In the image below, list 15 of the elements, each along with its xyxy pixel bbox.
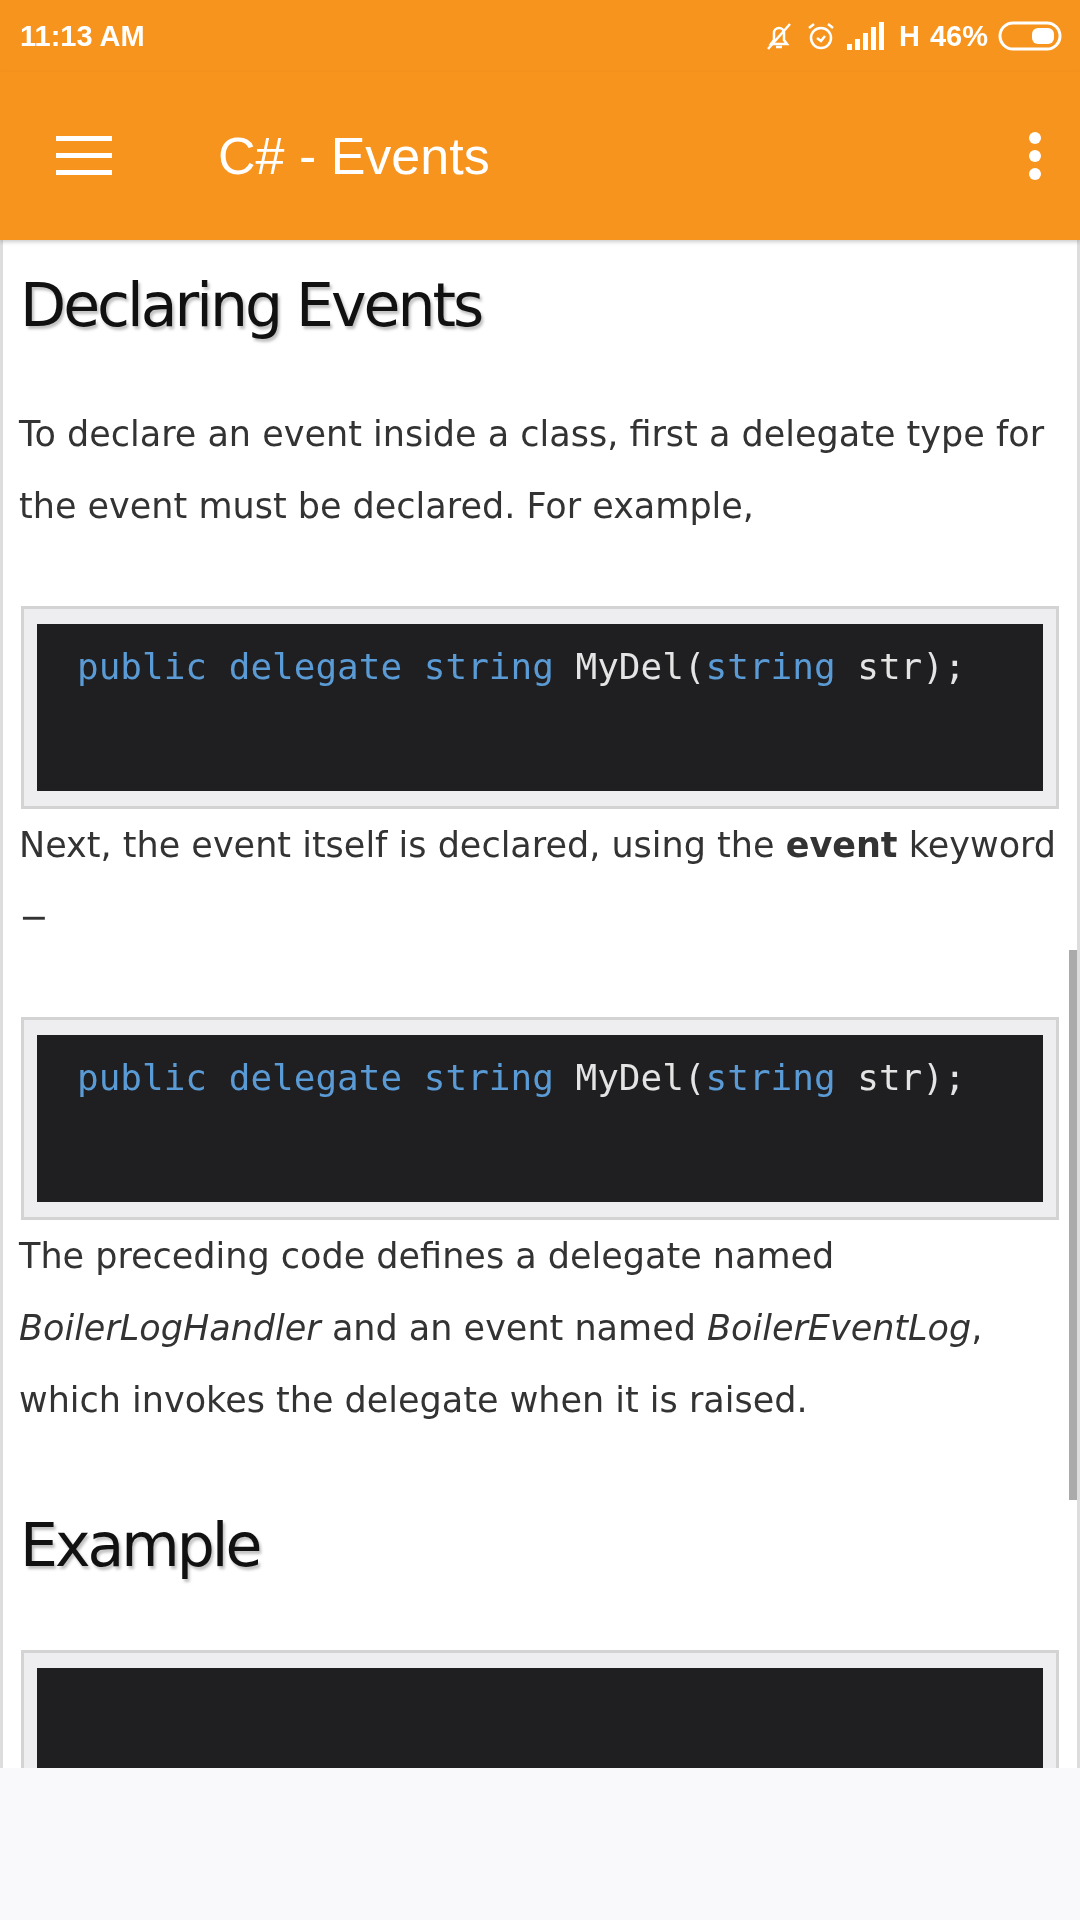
section-heading: Example <box>20 1509 261 1582</box>
code-block: public delegate string MyDel(string str); <box>37 624 1043 791</box>
paragraph: The preceding code defines a delegate named BoilerLogHandler and an event named BoilerEventLog, which invokes the delegate when it is raised. <box>19 1235 984 1422</box>
section-heading: Declaring Events <box>20 269 483 342</box>
paragraph: To declare an event inside a class, first a delegate type for the event must be declared. For example, <box>19 413 1045 528</box>
page-title: C# - Events <box>218 126 491 186</box>
paragraph: Next, the event itself is declared, using the event keyword − <box>19 824 1058 939</box>
status-time: 11:13 AM <box>20 19 145 53</box>
menu-button[interactable] <box>56 136 112 176</box>
code-block: public delegate string MyDel(string str); <box>37 1035 1043 1202</box>
network-type: H <box>899 19 920 53</box>
battery-icon <box>998 21 1062 51</box>
battery-percent: 46% <box>929 19 988 53</box>
more-options-icon <box>1028 132 1042 180</box>
menu-icon <box>56 136 112 176</box>
